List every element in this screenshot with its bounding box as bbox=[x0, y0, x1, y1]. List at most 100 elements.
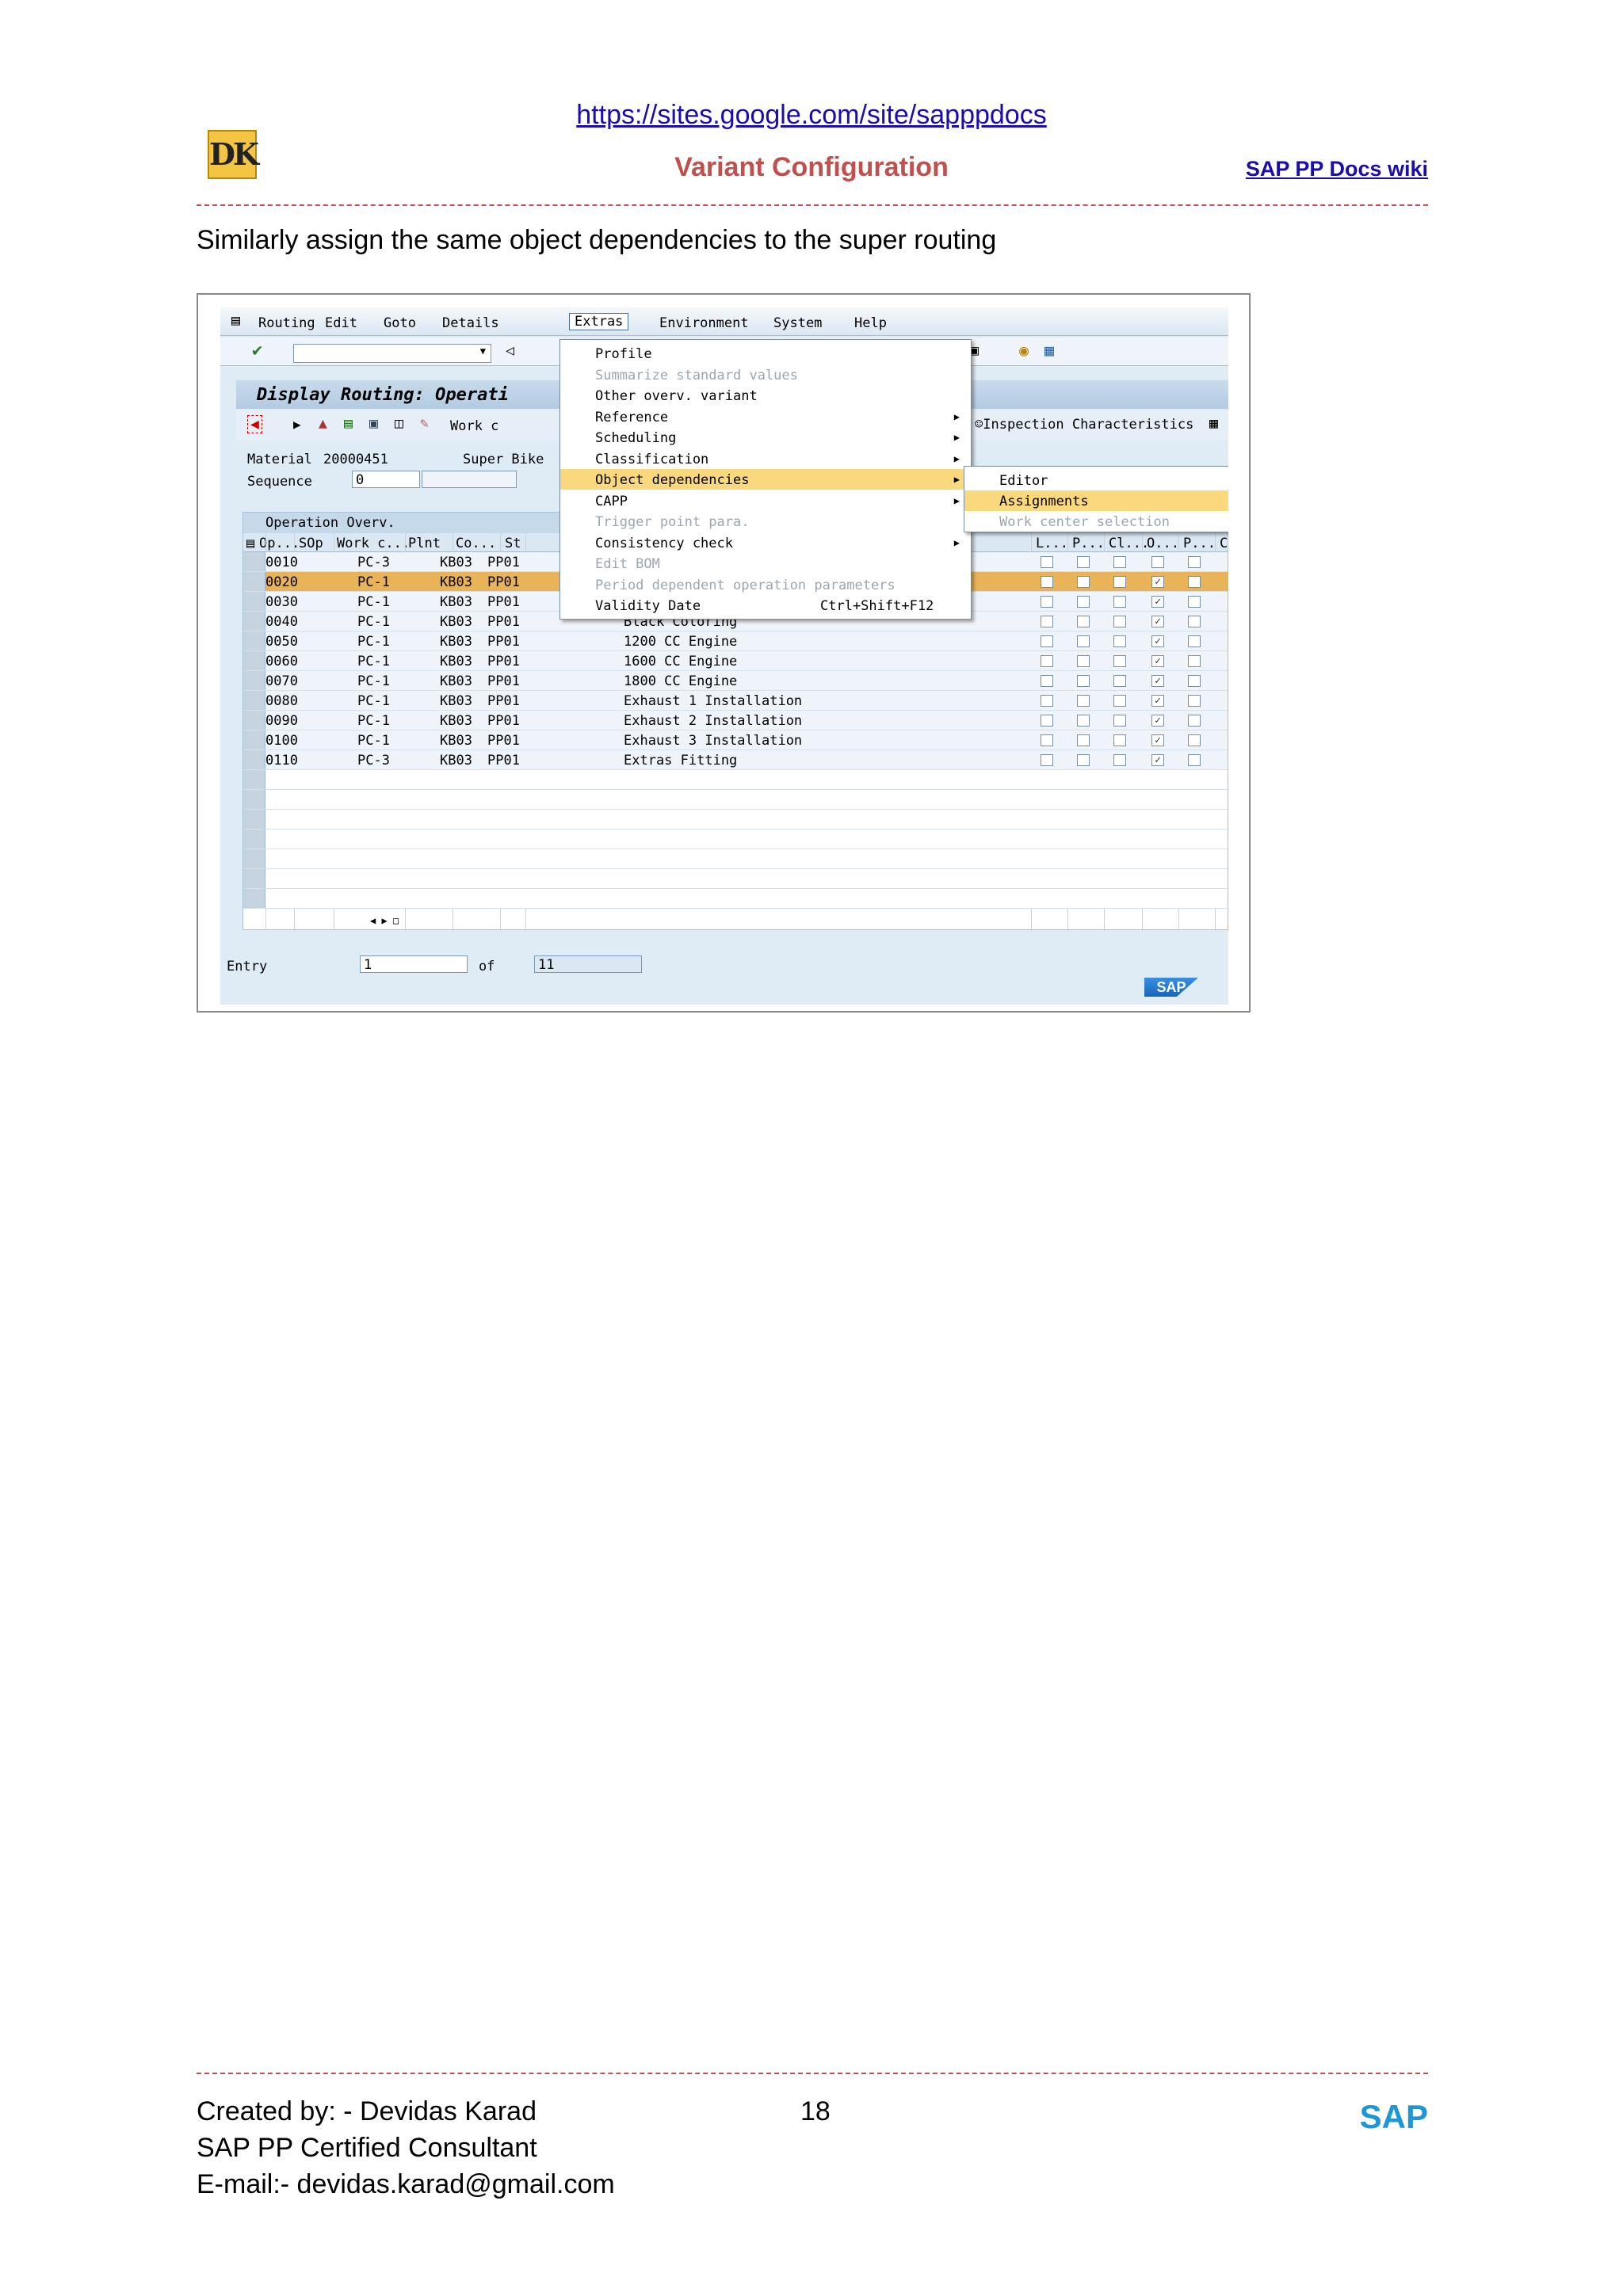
edit-icon[interactable]: ✎ bbox=[420, 415, 429, 432]
column-header[interactable]: C bbox=[1220, 536, 1228, 551]
table-row[interactable]: 0090 PC-1 KB03 PP01 Exhaust 2 Installation ✓ bbox=[243, 711, 1228, 730]
inspection-characteristics-button[interactable]: ☺Inspection Characteristics bbox=[975, 417, 1193, 433]
menu-item-reference[interactable]: Reference ▶ bbox=[560, 406, 971, 427]
more-icon[interactable]: ▦ bbox=[1209, 415, 1218, 432]
row-selector[interactable] bbox=[243, 592, 265, 611]
column-header[interactable]: Co... bbox=[456, 536, 496, 551]
table-row[interactable]: 0110 PC-3 KB03 PP01 Extras Fitting ✓ bbox=[243, 750, 1228, 770]
checkbox[interactable] bbox=[1077, 715, 1090, 727]
entry-input[interactable]: 1 bbox=[360, 955, 468, 973]
checkbox[interactable] bbox=[1113, 635, 1126, 647]
menu-item-classification[interactable]: Classification ▶ bbox=[560, 448, 971, 469]
menu-system[interactable]: System bbox=[773, 315, 822, 331]
menu-extras[interactable]: Extras bbox=[569, 313, 629, 330]
row-selector[interactable] bbox=[243, 552, 265, 571]
checkbox[interactable] bbox=[1041, 655, 1053, 667]
menu-routing[interactable]: Routing bbox=[258, 315, 315, 331]
checkbox[interactable] bbox=[1041, 616, 1053, 627]
checkbox[interactable] bbox=[1113, 754, 1126, 766]
checkbox[interactable] bbox=[1041, 675, 1053, 687]
checkbox[interactable] bbox=[1041, 635, 1053, 647]
enter-check-icon[interactable]: ✔ bbox=[252, 341, 262, 360]
checkbox[interactable] bbox=[1188, 734, 1201, 746]
checkbox[interactable] bbox=[1077, 616, 1090, 627]
hierarchy-icon[interactable]: ◫ bbox=[395, 415, 403, 432]
row-selector[interactable] bbox=[243, 869, 265, 888]
menu-details[interactable]: Details bbox=[442, 315, 499, 331]
checkbox[interactable] bbox=[1113, 616, 1126, 627]
submenu-item-editor[interactable]: Editor bbox=[964, 470, 1228, 490]
column-header[interactable]: Plnt bbox=[408, 536, 441, 551]
checkbox[interactable] bbox=[1188, 635, 1201, 647]
menu-item-other-overv-variant[interactable]: Other overv. variant bbox=[560, 385, 971, 406]
checkbox[interactable] bbox=[1188, 675, 1201, 687]
menu-edit[interactable]: Edit bbox=[325, 315, 357, 331]
checkbox[interactable] bbox=[1041, 695, 1053, 707]
row-selector[interactable] bbox=[243, 651, 265, 670]
checkbox[interactable] bbox=[1113, 715, 1126, 727]
menu-item-capp[interactable]: CAPP ▶ bbox=[560, 490, 971, 511]
checkbox[interactable] bbox=[1077, 655, 1090, 667]
row-selector[interactable] bbox=[243, 790, 265, 809]
row-selector[interactable] bbox=[243, 711, 265, 730]
row-selector[interactable] bbox=[243, 572, 265, 591]
menu-item-profile[interactable]: Profile bbox=[560, 343, 971, 364]
next-icon[interactable]: ▶ bbox=[293, 417, 301, 432]
checkbox[interactable] bbox=[1077, 675, 1090, 687]
select-all-icon[interactable]: ▤ bbox=[246, 536, 254, 551]
checkbox[interactable]: ✓ bbox=[1151, 635, 1164, 647]
back-icon[interactable]: ◁ bbox=[506, 342, 514, 359]
menu-icon[interactable]: ▤ bbox=[231, 312, 240, 329]
checkbox[interactable]: ✓ bbox=[1151, 754, 1164, 766]
menu-item-scheduling[interactable]: Scheduling ▶ bbox=[560, 427, 971, 448]
checkbox[interactable] bbox=[1188, 596, 1201, 608]
checkbox[interactable] bbox=[1188, 576, 1201, 588]
column-header[interactable]: P... bbox=[1072, 536, 1105, 551]
command-field[interactable]: ▼ bbox=[293, 344, 491, 363]
checkbox[interactable] bbox=[1077, 596, 1090, 608]
column-header[interactable]: O... bbox=[1147, 536, 1179, 551]
row-selector[interactable] bbox=[243, 612, 265, 631]
checkbox[interactable] bbox=[1113, 576, 1126, 588]
checkbox[interactable]: ✓ bbox=[1151, 616, 1164, 627]
menu-item-object-dependencies[interactable]: Object dependencies ▶ bbox=[560, 469, 971, 490]
checkbox[interactable] bbox=[1041, 754, 1053, 766]
wiki-link[interactable]: SAP PP Docs wiki bbox=[1246, 157, 1428, 181]
checkbox[interactable] bbox=[1077, 695, 1090, 707]
menu-item-consistency-check[interactable]: Consistency check ▶ bbox=[560, 532, 971, 553]
checkbox[interactable]: ✓ bbox=[1151, 576, 1164, 588]
customize-icon[interactable]: ▦ bbox=[1044, 341, 1054, 360]
checkbox[interactable]: ✓ bbox=[1151, 734, 1164, 746]
row-selector[interactable] bbox=[243, 830, 265, 849]
checkbox[interactable] bbox=[1151, 556, 1164, 568]
delete-icon[interactable]: ▲ bbox=[319, 415, 327, 432]
checkbox[interactable] bbox=[1188, 695, 1201, 707]
row-selector[interactable] bbox=[243, 849, 265, 868]
checkbox[interactable] bbox=[1113, 734, 1126, 746]
row-selector[interactable] bbox=[243, 691, 265, 710]
checkbox[interactable] bbox=[1188, 715, 1201, 727]
checkbox[interactable] bbox=[1077, 576, 1090, 588]
column-header[interactable]: Cl... bbox=[1109, 536, 1149, 551]
list-icon[interactable]: ▤ bbox=[344, 415, 353, 432]
table-row[interactable]: 0060 PC-1 KB03 PP01 1600 CC Engine ✓ bbox=[243, 651, 1228, 671]
column-header[interactable]: Work c... bbox=[337, 536, 410, 551]
menu-item-validity-date[interactable]: Validity Date Ctrl+Shift+F12 bbox=[560, 595, 971, 616]
checkbox[interactable] bbox=[1188, 754, 1201, 766]
sequence-field[interactable]: 0 bbox=[352, 471, 420, 488]
row-selector[interactable] bbox=[243, 631, 265, 650]
checkbox[interactable] bbox=[1041, 596, 1053, 608]
checkbox[interactable]: ✓ bbox=[1151, 715, 1164, 727]
submenu-item-assignments[interactable]: Assignments bbox=[964, 490, 1228, 511]
checkbox[interactable] bbox=[1188, 556, 1201, 568]
column-header[interactable]: P... bbox=[1183, 536, 1216, 551]
details-icon[interactable]: ▣ bbox=[369, 415, 378, 432]
checkbox[interactable] bbox=[1077, 635, 1090, 647]
table-row[interactable]: 0070 PC-1 KB03 PP01 1800 CC Engine ✓ bbox=[243, 671, 1228, 691]
checkbox[interactable] bbox=[1041, 576, 1053, 588]
menu-goto[interactable]: Goto bbox=[384, 315, 416, 331]
table-row[interactable]: 0050 PC-1 KB03 PP01 1200 CC Engine ✓ bbox=[243, 631, 1228, 651]
row-selector[interactable] bbox=[243, 889, 265, 908]
checkbox[interactable] bbox=[1077, 556, 1090, 568]
table-row[interactable]: 0100 PC-1 KB03 PP01 Exhaust 3 Installation ✓ bbox=[243, 730, 1228, 750]
